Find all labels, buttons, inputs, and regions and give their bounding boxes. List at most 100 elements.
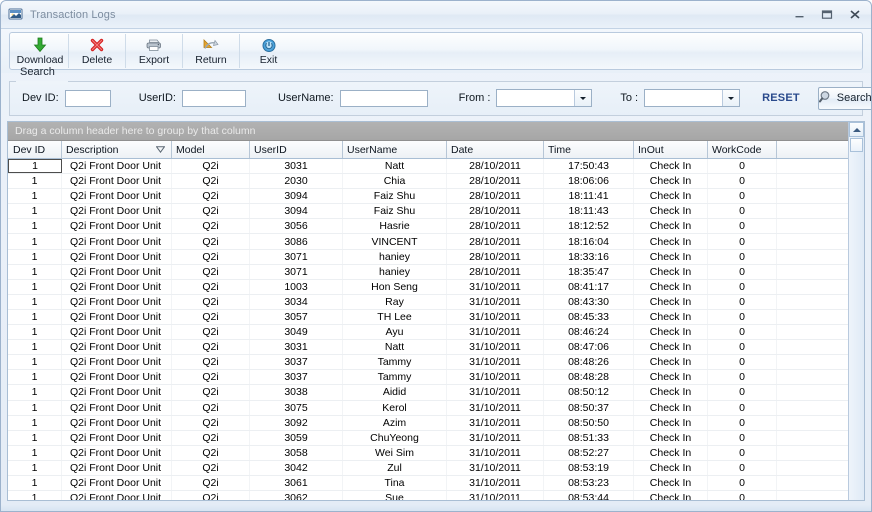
cell-time[interactable]: 08:50:37	[544, 400, 634, 415]
cell-user-name[interactable]: Kerol	[343, 400, 447, 415]
table-row[interactable]: 1 Q2i Front Door Unit Q2i 3042 Zul 31/10/2011…	[8, 460, 848, 476]
cell-model[interactable]: Q2i	[172, 355, 250, 370]
cell-user-name[interactable]: Azim	[343, 415, 447, 430]
cell-in-out[interactable]: Check In	[634, 279, 708, 294]
cell-user-id[interactable]: 3059	[250, 430, 343, 445]
cell-date[interactable]: 31/10/2011	[447, 460, 544, 475]
cell-user-name[interactable]: Sue	[343, 491, 447, 500]
cell-in-out[interactable]: Check In	[634, 294, 708, 309]
exit-button[interactable]: Exit	[240, 34, 297, 68]
cell-work-code[interactable]: 0	[708, 460, 777, 475]
cell-dev-id[interactable]: 1	[8, 279, 62, 294]
cell-dev-id[interactable]: 1	[8, 340, 62, 355]
return-button[interactable]: Return	[183, 34, 240, 68]
cell-model[interactable]: Q2i	[172, 415, 250, 430]
cell-work-code[interactable]: 0	[708, 279, 777, 294]
cell-time[interactable]: 08:48:28	[544, 370, 634, 385]
cell-date[interactable]: 31/10/2011	[447, 385, 544, 400]
cell-time[interactable]: 18:16:04	[544, 234, 634, 249]
table-row[interactable]: 1 Q2i Front Door Unit Q2i 2030 Chia 28/10/201…	[8, 174, 848, 190]
table-row[interactable]: 1 Q2i Front Door Unit Q2i 3094 Faiz Shu 28/10…	[8, 189, 848, 205]
cell-model[interactable]: Q2i	[172, 460, 250, 475]
cell-date[interactable]: 28/10/2011	[447, 159, 544, 174]
group-by-panel[interactable]: Drag a column header here to group by th…	[8, 122, 848, 141]
cell-dev-id[interactable]: 1	[8, 430, 62, 445]
cell-description[interactable]: Q2i Front Door Unit	[62, 475, 172, 491]
cell-dev-id[interactable]: 1	[8, 234, 62, 249]
table-row[interactable]: 1 Q2i Front Door Unit Q2i 3071 haniey 28/10/2…	[8, 264, 848, 280]
cell-dev-id[interactable]: 1	[8, 309, 62, 325]
cell-user-name[interactable]: Aidid	[343, 385, 447, 400]
cell-in-out[interactable]: Check In	[634, 325, 708, 340]
cell-user-name[interactable]: haniey	[343, 264, 447, 279]
cell-description[interactable]: Q2i Front Door Unit	[62, 219, 172, 234]
cell-time[interactable]: 18:06:06	[544, 174, 634, 189]
cell-model[interactable]: Q2i	[172, 219, 250, 234]
cell-dev-id[interactable]: 1	[8, 204, 62, 219]
cell-in-out[interactable]: Check In	[634, 475, 708, 491]
cell-work-code[interactable]: 0	[708, 370, 777, 385]
cell-model[interactable]: Q2i	[172, 234, 250, 249]
cell-time[interactable]: 08:45:33	[544, 309, 634, 325]
cell-model[interactable]: Q2i	[172, 491, 250, 500]
cell-time[interactable]: 08:48:26	[544, 355, 634, 370]
cell-dev-id[interactable]: 1	[8, 400, 62, 415]
cell-work-code[interactable]: 0	[708, 491, 777, 500]
cell-in-out[interactable]: Check In	[634, 189, 708, 204]
cell-user-name[interactable]: TH Lee	[343, 309, 447, 325]
cell-user-id[interactable]: 3042	[250, 460, 343, 475]
maximize-button[interactable]	[813, 4, 841, 26]
table-row[interactable]: 1 Q2i Front Door Unit Q2i 3062 Sue 31/10/2011…	[8, 491, 848, 500]
table-row[interactable]: 1 Q2i Front Door Unit Q2i 3059 ChuYeong 31/10…	[8, 430, 848, 446]
cell-time[interactable]: 18:11:41	[544, 189, 634, 204]
cell-description[interactable]: Q2i Front Door Unit	[62, 204, 172, 219]
cell-date[interactable]: 28/10/2011	[447, 249, 544, 264]
reset-button[interactable]: RESET	[762, 92, 800, 104]
scrollbar-track[interactable]	[849, 152, 864, 500]
cell-user-id[interactable]: 3094	[250, 189, 343, 204]
cell-time[interactable]: 18:11:43	[544, 204, 634, 219]
cell-date[interactable]: 31/10/2011	[447, 325, 544, 340]
cell-time[interactable]: 18:33:16	[544, 249, 634, 264]
cell-description[interactable]: Q2i Front Door Unit	[62, 491, 172, 500]
table-row[interactable]: 1 Q2i Front Door Unit Q2i 3075 Kerol 31/10/20…	[8, 400, 848, 416]
cell-time[interactable]: 17:50:43	[544, 159, 634, 174]
close-button[interactable]	[841, 4, 869, 26]
cell-user-id[interactable]: 3094	[250, 204, 343, 219]
cell-date[interactable]: 31/10/2011	[447, 355, 544, 370]
cell-user-name[interactable]: Ayu	[343, 325, 447, 340]
cell-user-name[interactable]: haniey	[343, 249, 447, 264]
export-button[interactable]: Export	[126, 34, 183, 68]
cell-date[interactable]: 31/10/2011	[447, 400, 544, 415]
cell-dev-id[interactable]: 1	[8, 460, 62, 475]
cell-work-code[interactable]: 0	[708, 174, 777, 189]
cell-work-code[interactable]: 0	[708, 249, 777, 264]
column-header-model[interactable]: Model	[172, 141, 250, 158]
cell-dev-id[interactable]: 1	[8, 445, 62, 460]
cell-user-id[interactable]: 3071	[250, 264, 343, 279]
table-row[interactable]: 1 Q2i Front Door Unit Q2i 3038 Aidid 31/10/20…	[8, 385, 848, 401]
cell-dev-id[interactable]: 1	[8, 325, 62, 340]
table-row[interactable]: 1 Q2i Front Door Unit Q2i 3086 VINCENT 28/10/…	[8, 234, 848, 250]
cell-user-id[interactable]: 3057	[250, 309, 343, 325]
cell-work-code[interactable]: 0	[708, 204, 777, 219]
cell-time[interactable]: 08:50:12	[544, 385, 634, 400]
cell-date[interactable]: 31/10/2011	[447, 294, 544, 309]
cell-user-name[interactable]: VINCENT	[343, 234, 447, 249]
search-button[interactable]: Search	[817, 86, 871, 110]
cell-dev-id[interactable]: 1	[8, 249, 62, 264]
cell-model[interactable]: Q2i	[172, 430, 250, 445]
cell-user-name[interactable]: Tammy	[343, 370, 447, 385]
cell-time[interactable]: 08:53:23	[544, 475, 634, 491]
scroll-up-button[interactable]	[849, 122, 864, 137]
cell-description[interactable]: Q2i Front Door Unit	[62, 159, 172, 174]
cell-date[interactable]: 31/10/2011	[447, 279, 544, 294]
cell-description[interactable]: Q2i Front Door Unit	[62, 325, 172, 340]
cell-description[interactable]: Q2i Front Door Unit	[62, 430, 172, 445]
column-header-description[interactable]: Description	[62, 141, 172, 158]
cell-user-id[interactable]: 3037	[250, 355, 343, 370]
cell-model[interactable]: Q2i	[172, 475, 250, 491]
table-row[interactable]: 1 Q2i Front Door Unit Q2i 3071 haniey 28/10/2…	[8, 249, 848, 265]
cell-dev-id[interactable]: 1	[8, 355, 62, 370]
cell-description[interactable]: Q2i Front Door Unit	[62, 309, 172, 325]
